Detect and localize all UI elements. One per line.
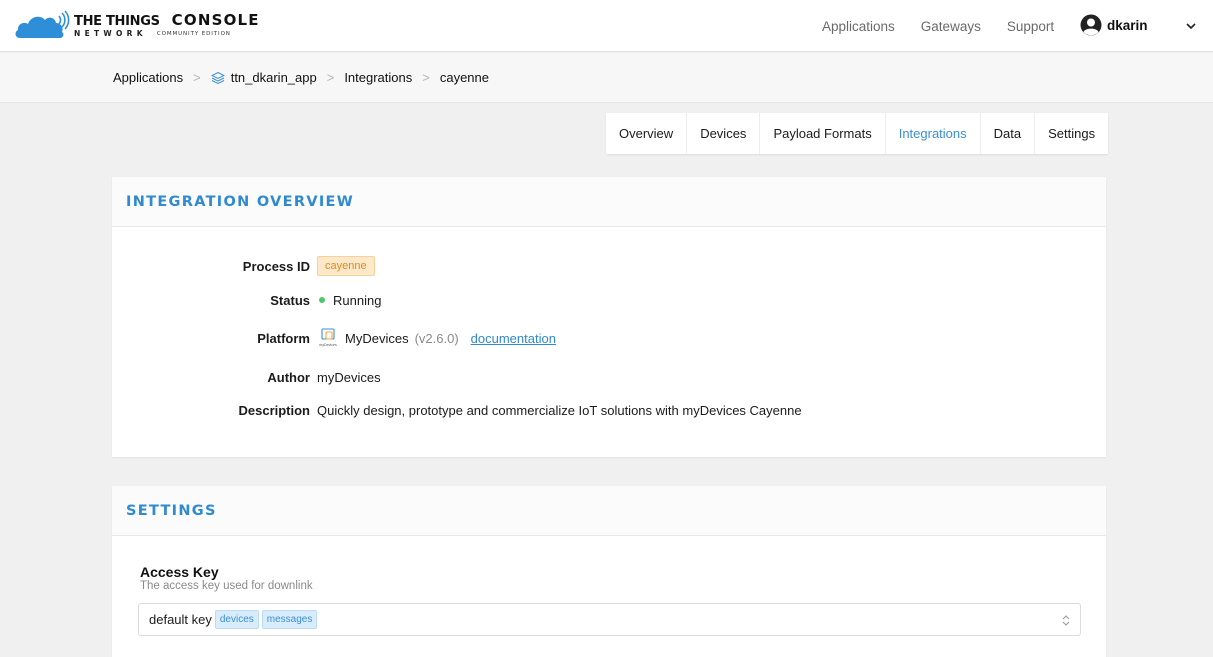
select-arrows-icon — [1062, 615, 1070, 626]
card-header: SETTINGS — [112, 486, 1106, 536]
user-menu[interactable]: dkarin — [1080, 14, 1148, 36]
status-row: Status Running — [112, 289, 1106, 311]
field-label: Platform — [257, 330, 310, 346]
field-label: Status — [270, 292, 310, 308]
breadcrumb-applications[interactable]: Applications — [113, 70, 183, 85]
application-stack-icon — [210, 71, 225, 84]
field-label: Process ID — [242, 258, 310, 274]
tab-data[interactable]: Data — [981, 113, 1036, 154]
brand-console: CONSOLE — [171, 10, 260, 29]
field-label: Description — [238, 402, 310, 418]
nav-support[interactable]: Support — [1007, 19, 1054, 34]
settings-card: SETTINGS Access Key The access key used … — [112, 486, 1106, 657]
access-key-value: default key — [149, 612, 212, 627]
platform-name: MyDevices — [345, 330, 409, 346]
nav-gateways[interactable]: Gateways — [921, 19, 981, 34]
brand-network: NETWORK — [74, 28, 147, 38]
status-value: Running — [333, 292, 382, 308]
card-title: INTEGRATION OVERVIEW — [126, 193, 355, 210]
nav-links: Applications Gateways Support — [822, 0, 1080, 52]
chevron-right-icon: > — [193, 70, 201, 85]
tab-overview[interactable]: Overview — [606, 113, 688, 154]
card-header: INTEGRATION OVERVIEW — [112, 177, 1106, 227]
ttn-logo[interactable]: THE THINGS CONSOLE NETWORK COMMUNITY EDI… — [14, 10, 260, 40]
nav-applications[interactable]: Applications — [822, 19, 895, 34]
user-avatar-icon — [1080, 14, 1102, 36]
chevron-down-icon[interactable] — [1185, 20, 1197, 32]
platform-icon-text: myDevices — [319, 343, 337, 347]
brand-edition: COMMUNITY EDITION — [156, 30, 231, 37]
author-row: Author myDevices — [112, 366, 1106, 388]
platform-version: (v2.6.0) — [414, 330, 459, 346]
brand-name: THE THINGS — [74, 13, 160, 29]
documentation-link[interactable]: documentation — [471, 331, 556, 346]
breadcrumb: Applications > ttn_dkarin_app > Integrat… — [0, 53, 1213, 103]
breadcrumb-integrations[interactable]: Integrations — [344, 70, 412, 85]
access-key-help: The access key used for downlink — [140, 580, 313, 592]
process-id-row: Process ID cayenne — [112, 255, 1106, 277]
tab-integrations[interactable]: Integrations — [886, 113, 981, 154]
mydevices-logo-icon: myDevices — [319, 328, 337, 347]
app-tabs: Overview Devices Payload Formats Integra… — [606, 113, 1109, 154]
status-dot-icon — [319, 297, 325, 303]
description-row: Description Quickly design, prototype an… — [112, 399, 1106, 421]
access-key-label: Access Key — [140, 564, 219, 580]
tab-settings[interactable]: Settings — [1035, 113, 1108, 154]
rights-tag: messages — [261, 610, 318, 629]
chevron-right-icon: > — [326, 70, 335, 85]
description-value: Quickly design, prototype and commercial… — [317, 402, 802, 418]
author-value: myDevices — [317, 369, 381, 385]
top-navbar: THE THINGS CONSOLE NETWORK COMMUNITY EDI… — [0, 0, 1213, 52]
access-key-select[interactable]: default key devices messages — [138, 603, 1081, 636]
breadcrumb-current: cayenne — [439, 70, 489, 85]
tab-payload-formats[interactable]: Payload Formats — [760, 113, 886, 154]
tab-devices[interactable]: Devices — [687, 113, 761, 154]
process-id-badge: cayenne — [317, 256, 375, 276]
rights-tag: devices — [214, 610, 259, 629]
chevron-right-icon: > — [422, 70, 430, 85]
user-name: dkarin — [1107, 17, 1148, 33]
platform-row: Platform myDevices MyDevices (v2.6.0) do… — [112, 327, 1106, 349]
card-title: SETTINGS — [126, 502, 217, 519]
breadcrumb-app[interactable]: ttn_dkarin_app — [231, 70, 317, 85]
field-label: Author — [267, 369, 310, 385]
cloud-icon — [15, 10, 70, 38]
integration-overview-card: INTEGRATION OVERVIEW Process ID cayenne … — [112, 177, 1106, 457]
